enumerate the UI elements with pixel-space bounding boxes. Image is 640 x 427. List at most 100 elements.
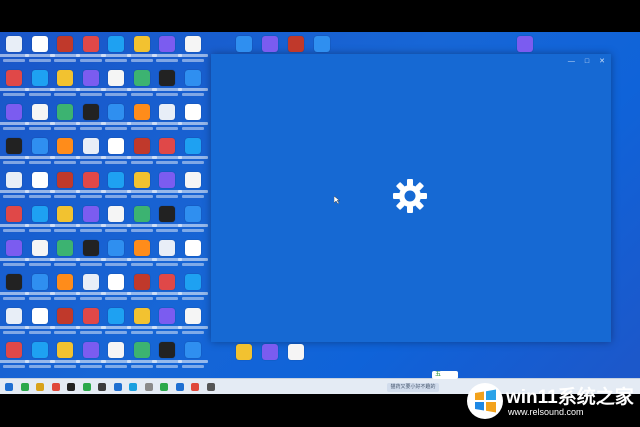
desktop-icon[interactable]	[258, 342, 282, 372]
desktop-icon[interactable]	[24, 68, 55, 98]
desktop-icon[interactable]	[24, 306, 55, 336]
desktop-icon[interactable]	[0, 34, 29, 64]
desktop-icon[interactable]	[75, 34, 106, 64]
desktop-icon[interactable]	[126, 34, 157, 64]
desktop-icon[interactable]	[24, 34, 55, 64]
desktop-icon[interactable]	[126, 68, 157, 98]
desktop-icon[interactable]	[101, 136, 131, 166]
desktop-icon[interactable]	[126, 306, 157, 336]
desktop-icon[interactable]	[152, 68, 182, 98]
desktop-icon[interactable]	[101, 68, 131, 98]
desktop-icon[interactable]	[0, 340, 29, 370]
desktop-icon[interactable]	[232, 34, 256, 64]
desktop-icon[interactable]	[126, 102, 157, 132]
taskbar-app-icon[interactable]	[160, 383, 168, 391]
desktop-icon[interactable]	[177, 238, 208, 268]
desktop-icon[interactable]	[177, 136, 208, 166]
desktop-icon[interactable]	[177, 68, 208, 98]
desktop-icon[interactable]	[50, 102, 80, 132]
taskbar-search-box[interactable]: 猫药又要小好不趣的	[387, 383, 439, 392]
desktop-icon[interactable]	[152, 204, 182, 234]
desktop-icon[interactable]	[126, 238, 157, 268]
desktop-icon[interactable]	[50, 170, 80, 200]
desktop-icon[interactable]	[75, 204, 106, 234]
desktop-icon[interactable]	[101, 102, 131, 132]
desktop-icon[interactable]	[258, 34, 282, 64]
desktop-icon[interactable]	[0, 68, 29, 98]
desktop-icon[interactable]	[177, 102, 208, 132]
taskbar-app-icon[interactable]	[98, 383, 106, 391]
desktop[interactable]: — □ ✕	[0, 32, 640, 378]
desktop-icon[interactable]	[284, 342, 308, 372]
desktop-icon[interactable]	[50, 136, 80, 166]
desktop-icon[interactable]	[177, 306, 208, 336]
desktop-icon[interactable]	[101, 170, 131, 200]
desktop-icon[interactable]	[126, 170, 157, 200]
desktop-icon[interactable]	[50, 272, 80, 302]
desktop-icon[interactable]	[24, 204, 55, 234]
desktop-icon[interactable]	[126, 272, 157, 302]
desktop-icon[interactable]	[126, 340, 157, 370]
taskbar-app-icon[interactable]	[20, 383, 29, 391]
desktop-icon[interactable]	[0, 204, 29, 234]
desktop-icon[interactable]	[126, 136, 157, 166]
desktop-icon[interactable]	[75, 340, 106, 370]
desktop-icon[interactable]	[152, 102, 182, 132]
desktop-icon[interactable]	[50, 68, 80, 98]
desktop-icon[interactable]	[101, 272, 131, 302]
desktop-icon[interactable]	[50, 238, 80, 268]
desktop-icon[interactable]	[101, 34, 131, 64]
maximize-button[interactable]: □	[585, 57, 589, 67]
desktop-icon[interactable]	[75, 238, 106, 268]
desktop-icon[interactable]	[75, 272, 106, 302]
desktop-icon[interactable]	[24, 102, 55, 132]
desktop-icon[interactable]	[177, 272, 208, 302]
desktop-icon[interactable]	[24, 238, 55, 268]
desktop-icon[interactable]	[0, 170, 29, 200]
taskbar-app-icon[interactable]	[51, 383, 60, 391]
desktop-icon[interactable]	[126, 204, 157, 234]
taskbar-app-icon[interactable]	[67, 383, 75, 391]
desktop-icon[interactable]	[101, 238, 131, 268]
desktop-icon[interactable]	[284, 34, 308, 64]
close-button[interactable]: ✕	[599, 57, 605, 67]
desktop-icon[interactable]	[152, 340, 182, 370]
taskbar-app-icon[interactable]	[175, 383, 184, 391]
desktop-icon[interactable]	[152, 272, 182, 302]
settings-window[interactable]: — □ ✕	[211, 54, 611, 342]
desktop-icon[interactable]	[513, 34, 537, 64]
desktop-icon[interactable]	[177, 340, 208, 370]
desktop-icon[interactable]	[152, 170, 182, 200]
taskbar-app-icon[interactable]	[5, 383, 13, 391]
desktop-icon[interactable]	[152, 306, 182, 336]
desktop-icon[interactable]	[24, 170, 55, 200]
desktop-icon[interactable]	[101, 306, 131, 336]
desktop-icon[interactable]	[24, 340, 55, 370]
desktop-icon[interactable]	[75, 102, 106, 132]
desktop-icon[interactable]	[24, 136, 55, 166]
desktop-icon[interactable]	[75, 68, 106, 98]
taskbar-app-icon[interactable]	[144, 383, 153, 391]
desktop-icon[interactable]	[0, 238, 29, 268]
desktop-icon[interactable]	[50, 204, 80, 234]
taskbar-app-icon[interactable]	[191, 383, 199, 391]
desktop-icon[interactable]	[0, 306, 29, 336]
desktop-icon[interactable]	[177, 204, 208, 234]
desktop-icon[interactable]	[101, 204, 131, 234]
desktop-icon[interactable]	[177, 170, 208, 200]
desktop-icon[interactable]	[232, 342, 256, 372]
desktop-icon[interactable]	[152, 34, 182, 64]
desktop-icon[interactable]	[75, 170, 106, 200]
desktop-icon[interactable]	[50, 306, 80, 336]
desktop-icon[interactable]	[152, 136, 182, 166]
desktop-icon[interactable]	[24, 272, 55, 302]
desktop-icon[interactable]	[0, 136, 29, 166]
desktop-icon[interactable]	[50, 34, 80, 64]
desktop-icon[interactable]	[101, 340, 131, 370]
desktop-icon[interactable]	[310, 34, 334, 64]
taskbar-app-icon[interactable]	[129, 383, 137, 391]
taskbar-app-icon[interactable]	[36, 383, 44, 391]
desktop-icon[interactable]	[75, 136, 106, 166]
taskbar-app-icon[interactable]	[206, 383, 215, 391]
desktop-icon[interactable]	[0, 102, 29, 132]
